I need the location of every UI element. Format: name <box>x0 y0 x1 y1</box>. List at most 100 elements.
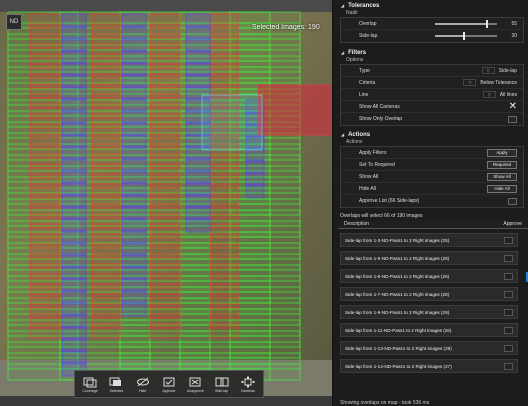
approve-checkbox[interactable] <box>504 308 513 316</box>
row-description: Side-lap from 1-14-ND-Pass1 to 2 Right i… <box>345 363 452 369</box>
toolbar-label: Side-lap <box>215 388 228 393</box>
side-lap-icon <box>215 377 229 386</box>
criteria-value: Below Tolerance <box>480 79 517 86</box>
line-value: All lines <box>499 91 517 98</box>
filters-box: Type ▽ Side-lap Criteria ▽ Below Toleran… <box>340 64 524 126</box>
line-row: Line ▽ All lines <box>341 89 523 101</box>
toolbar-approve-button[interactable]: Approve <box>157 376 181 393</box>
line-label: Line <box>359 91 369 98</box>
settings-panel: ◢ Tolerances Nadir Overlap 55 Side-lap 3… <box>334 0 528 406</box>
overlap-row: Overlap 55 <box>341 18 523 30</box>
criteria-dropdown[interactable]: ▽ Below Tolerance <box>463 79 517 86</box>
show-all-button[interactable]: Show All <box>487 172 517 181</box>
nadir-footprint <box>149 323 181 339</box>
status-footer: Showing overlaps on map - took 536 ms <box>340 400 430 406</box>
sidelap-row: Side-lap 30 <box>341 30 523 42</box>
map-toolbar: Coverage Selected Hide Approve Unapprove… <box>74 370 264 398</box>
table-row[interactable]: Side-lap from 1-14-ND-Pass1 to 2 Right i… <box>340 359 518 373</box>
show-all-cameras-row: Show All Cameras ✕ <box>341 101 523 113</box>
show-only-overlap-row: Show Only Overlap <box>341 113 523 125</box>
selected-footprint <box>185 217 211 233</box>
toolbar-coverage-button[interactable]: Coverage <box>78 376 102 393</box>
type-label: Type <box>359 67 370 74</box>
nadir-footprint <box>29 323 61 339</box>
collapse-triangle-icon: ◢ <box>341 132 345 137</box>
approve-checkbox[interactable] <box>504 326 513 334</box>
type-value: Side-lap <box>498 67 517 74</box>
table-row[interactable]: Side-lap from 1-5-ND-Pass1 to 2 Right im… <box>340 251 518 265</box>
toolbar-unapprove-button[interactable]: Unapprove <box>183 376 207 393</box>
actions-group-label: Actions <box>346 139 363 145</box>
nadir-toggle-button[interactable]: ND <box>6 14 22 30</box>
nadir-group-label: Nadir <box>346 10 358 16</box>
approve-column-header[interactable]: Approve <box>503 221 522 227</box>
show-all-cameras-checkbox[interactable]: ✕ <box>509 101 517 112</box>
filters-header[interactable]: ◢ Filters <box>334 48 528 57</box>
hide-all-label: Hide All <box>359 185 376 192</box>
approve-checkbox[interactable] <box>504 344 513 352</box>
sidelap-slider[interactable] <box>435 32 497 40</box>
approve-list-checkbox[interactable] <box>508 197 517 205</box>
apply-button[interactable]: Apply <box>487 148 517 157</box>
approve-checkbox[interactable] <box>504 272 513 280</box>
selected-footprint <box>121 301 147 317</box>
results-list: Side-lap from 1-3-ND-Pass1 to 2 Right im… <box>334 233 528 373</box>
aerial-map[interactable] <box>0 0 333 406</box>
chevron-down-icon: ▽ <box>482 91 496 98</box>
overlap-slider-thumb[interactable] <box>485 19 488 28</box>
required-button[interactable]: Required <box>487 160 517 169</box>
row-description: Side-lap from 1-6-ND-Pass1 to 2 Right im… <box>345 273 450 279</box>
collapse-triangle-icon: ◢ <box>341 50 345 55</box>
table-row[interactable]: Side-lap from 1-11-ND-Pass1 to 2 Right i… <box>340 323 518 337</box>
tolerances-header[interactable]: ◢ Tolerances <box>334 1 528 10</box>
approve-icon <box>163 377 175 386</box>
toolbar-label: Hide <box>139 388 147 393</box>
approve-checkbox[interactable] <box>504 254 513 262</box>
sidelap-label: Side-lap <box>359 33 378 39</box>
show-only-overlap-checkbox[interactable] <box>508 115 517 123</box>
sidelap-slider-thumb[interactable] <box>462 32 465 40</box>
table-row[interactable]: Side-lap from 1-9-ND-Pass1 to 2 Right im… <box>340 305 518 319</box>
results-table-header: Description Approve <box>338 220 528 229</box>
show-all-label: Show All <box>359 173 379 180</box>
collapse-triangle-icon: ◢ <box>341 3 345 8</box>
toolbar-side-lap-button[interactable]: Side-lap <box>210 376 234 393</box>
actions-title: Actions <box>348 131 371 138</box>
criteria-row: Criteria ▽ Below Tolerance <box>341 77 523 89</box>
actions-header[interactable]: ◢ Actions <box>334 130 528 139</box>
table-row[interactable]: Side-lap from 1-6-ND-Pass1 to 2 Right im… <box>340 269 518 283</box>
hide-all-button[interactable]: Hide All <box>487 184 517 193</box>
toolbar-label: Approve <box>162 388 176 393</box>
table-row[interactable]: Side-lap from 1-3-ND-Pass1 to 2 Right im… <box>340 233 518 247</box>
row-description: Side-lap from 1-7-ND-Pass1 to 2 Right im… <box>345 291 450 297</box>
overlap-slider[interactable] <box>435 19 497 28</box>
approve-list-row: Approve List (66 Side-laps) <box>341 195 523 207</box>
map-view[interactable]: ND Selected Images: 190 Coverage Selecte… <box>0 0 333 406</box>
hide-icon <box>136 377 149 386</box>
toolbar-cameras-button[interactable]: Cameras <box>236 376 260 393</box>
toolbar-label: Selected <box>109 388 124 393</box>
line-dropdown[interactable]: ▽ All lines <box>482 91 517 98</box>
approve-checkbox[interactable] <box>504 362 513 370</box>
toolbar-hide-button[interactable]: Hide <box>131 376 155 393</box>
row-description: Side-lap from 1-9-ND-Pass1 to 2 Right im… <box>345 309 450 315</box>
type-dropdown[interactable]: ▽ Side-lap <box>481 67 517 74</box>
chevron-down-icon: ▽ <box>463 79 477 86</box>
toolbar-label: Coverage <box>82 388 98 393</box>
nadir-footprint <box>91 323 121 339</box>
table-row[interactable]: Side-lap from 1-13-ND-Pass1 to 2 Right i… <box>340 341 518 355</box>
chevron-down-icon: ▽ <box>481 67 495 74</box>
approve-checkbox[interactable] <box>504 290 513 298</box>
table-row[interactable]: Side-lap from 1-7-ND-Pass1 to 2 Right im… <box>340 287 518 301</box>
selected-footprint <box>245 183 265 199</box>
description-column-header[interactable]: Description <box>344 221 503 227</box>
toolbar-label: Unapprove <box>186 388 204 393</box>
toolbar-label: Cameras <box>240 388 255 393</box>
selected-images-count: Selected Images: 190 <box>252 24 320 31</box>
overlap-slider-fill <box>435 22 486 25</box>
show-all-cameras-label: Show All Cameras <box>359 103 400 110</box>
overlap-summary: Overlaps will select 66 of 190 images <box>340 213 423 219</box>
toolbar-selected-button[interactable]: Selected <box>104 376 128 393</box>
approve-checkbox[interactable] <box>504 236 513 244</box>
sidelap-slider-fill <box>435 35 463 37</box>
